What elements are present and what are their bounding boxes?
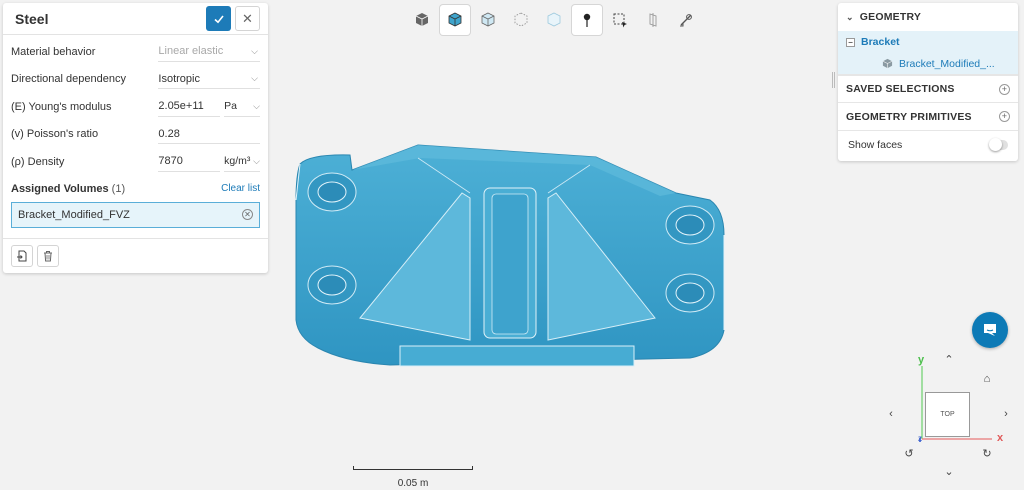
points-cube-icon	[514, 12, 528, 27]
shaded-view-button[interactable]	[440, 5, 470, 35]
chevron-down-icon: ⌵	[253, 155, 260, 166]
youngs-modulus-unit: Pa	[224, 100, 237, 113]
youngs-modulus-label: (E) Young's modulus	[11, 100, 112, 113]
directional-dependency-value: Isotropic	[158, 72, 200, 85]
add-icon[interactable]: +	[999, 111, 1010, 122]
wire-cube-icon	[481, 12, 495, 27]
measure-icon	[680, 14, 692, 27]
density-row: (ρ) Density 7870 kg/m³ ⌵	[3, 148, 268, 176]
box-select-button[interactable]	[605, 5, 635, 35]
assigned-volumes-label: Assigned Volumes	[11, 182, 109, 195]
material-behavior-select[interactable]: Linear elastic ⌵	[158, 42, 260, 62]
confirm-button[interactable]	[206, 6, 231, 31]
transparent-view-button[interactable]	[539, 5, 569, 35]
density-unit: kg/m³	[224, 155, 251, 168]
chat-icon	[984, 324, 996, 336]
assigned-volumes-header: Assigned Volumes (1) Clear list	[3, 176, 268, 202]
geometry-tree-panel: ⌄ GEOMETRY − Bracket Bracket_Modified_..…	[838, 3, 1018, 161]
directional-dependency-select[interactable]: Isotropic ⌵	[158, 69, 260, 90]
poisson-ratio-input[interactable]: 0.28	[158, 124, 260, 145]
geometry-primitives-label: GEOMETRY PRIMITIVES	[846, 110, 972, 123]
material-panel-footer	[3, 238, 268, 273]
chat-button[interactable]	[972, 312, 1008, 348]
check-icon	[213, 14, 224, 23]
directional-dependency-label: Directional dependency	[11, 73, 126, 86]
chevron-down-icon: ⌵	[253, 100, 260, 111]
add-icon[interactable]: +	[999, 83, 1010, 95]
material-title: Steel	[15, 10, 49, 27]
assigned-volumes-count: (1)	[111, 182, 126, 195]
tree-node-bracket-label: Bracket	[861, 36, 900, 48]
material-behavior-value: Linear elastic	[158, 45, 224, 58]
tree-node-bracket-modified-label: Bracket_Modified_...	[899, 57, 995, 70]
section-icon	[649, 13, 657, 27]
ghost-cube-icon	[547, 12, 561, 27]
box-select-icon	[613, 13, 627, 28]
pin-icon	[583, 13, 591, 27]
material-behavior-label: Material behavior	[11, 45, 96, 58]
youngs-modulus-unit-select[interactable]: Pa ⌵	[224, 97, 260, 117]
close-icon: ✕	[242, 10, 253, 26]
youngs-modulus-row: (E) Young's modulus 2.05e+11 Pa ⌵	[3, 93, 268, 121]
geometry-section-header[interactable]: ⌄ GEOMETRY	[838, 3, 1018, 31]
collapse-icon[interactable]: −	[846, 37, 855, 47]
wireframe-view-button[interactable]	[473, 5, 503, 35]
tree-node-bracket-modified[interactable]: Bracket_Modified_...	[838, 53, 1018, 75]
point-select-button[interactable]	[572, 5, 602, 35]
chevron-down-icon: ⌄	[846, 11, 854, 22]
axis-y-label: y	[918, 354, 925, 366]
axis-z-label: z	[918, 434, 922, 443]
poisson-ratio-label: (v) Poisson's ratio	[11, 128, 99, 141]
scale-label: 0.05 m	[397, 478, 429, 489]
density-label: (ρ) Density	[11, 155, 65, 168]
import-button[interactable]	[11, 245, 33, 267]
directional-dependency-row: Directional dependency Isotropic ⌵	[3, 66, 268, 94]
density-unit-select[interactable]: kg/m³ ⌵	[224, 152, 260, 172]
poisson-ratio-row: (v) Poisson's ratio 0.28	[3, 121, 268, 149]
youngs-modulus-input[interactable]: 2.05e+11	[158, 97, 221, 117]
assigned-volume-name: Bracket_Modified_FVZ	[18, 208, 130, 221]
delete-button[interactable]	[37, 245, 59, 267]
tree-node-bracket[interactable]: − Bracket	[838, 31, 1018, 53]
solid-cube-icon	[415, 13, 429, 26]
axis-x-label: x	[997, 432, 1004, 444]
navigation-cube: ⌃ ⌂ ‹ › ⌄ ↺ ↻ y x z TOP	[880, 350, 1024, 480]
scale-line	[353, 466, 473, 470]
show-faces-row: Show faces	[838, 131, 1018, 159]
saved-selections-label: SAVED SELECTIONS	[846, 83, 955, 95]
assigned-volume-item[interactable]: Bracket_Modified_FVZ ✕	[11, 201, 260, 228]
geometry-section-label: GEOMETRY	[859, 11, 922, 23]
geometry-primitives-header[interactable]: GEOMETRY PRIMITIVES +	[838, 103, 1018, 131]
saved-selections-header[interactable]: SAVED SELECTIONS +	[838, 75, 1018, 103]
remove-item-icon[interactable]: ✕	[242, 209, 253, 220]
material-behavior-row: Material behavior Linear elastic ⌵	[3, 38, 268, 66]
show-faces-toggle[interactable]	[989, 138, 1008, 151]
view-toolbar	[407, 4, 701, 36]
material-panel-header: Steel ✕	[3, 3, 268, 35]
shaded-cube-icon	[448, 12, 462, 27]
close-button[interactable]: ✕	[235, 6, 260, 31]
panel-resize-handle[interactable]	[832, 72, 835, 88]
trash-icon	[44, 251, 52, 262]
cube-face-top[interactable]: TOP	[925, 392, 970, 437]
solid-cube-icon	[882, 58, 893, 69]
scale-bar: 0.05 m	[353, 466, 473, 490]
clear-list-link[interactable]: Clear list	[221, 183, 260, 194]
solid-view-button[interactable]	[407, 5, 437, 35]
show-faces-label: Show faces	[848, 139, 903, 151]
section-view-button[interactable]	[638, 5, 668, 35]
chevron-down-icon: ⌵	[251, 73, 258, 84]
cube-face-label: TOP	[940, 411, 955, 418]
file-import-icon	[17, 250, 27, 262]
points-view-button[interactable]	[506, 5, 536, 35]
material-panel: Steel ✕ Material behavior Linear elastic…	[3, 3, 268, 273]
density-input[interactable]: 7870	[158, 152, 221, 172]
chevron-down-icon: ⌵	[251, 45, 258, 56]
measure-button[interactable]	[671, 5, 701, 35]
